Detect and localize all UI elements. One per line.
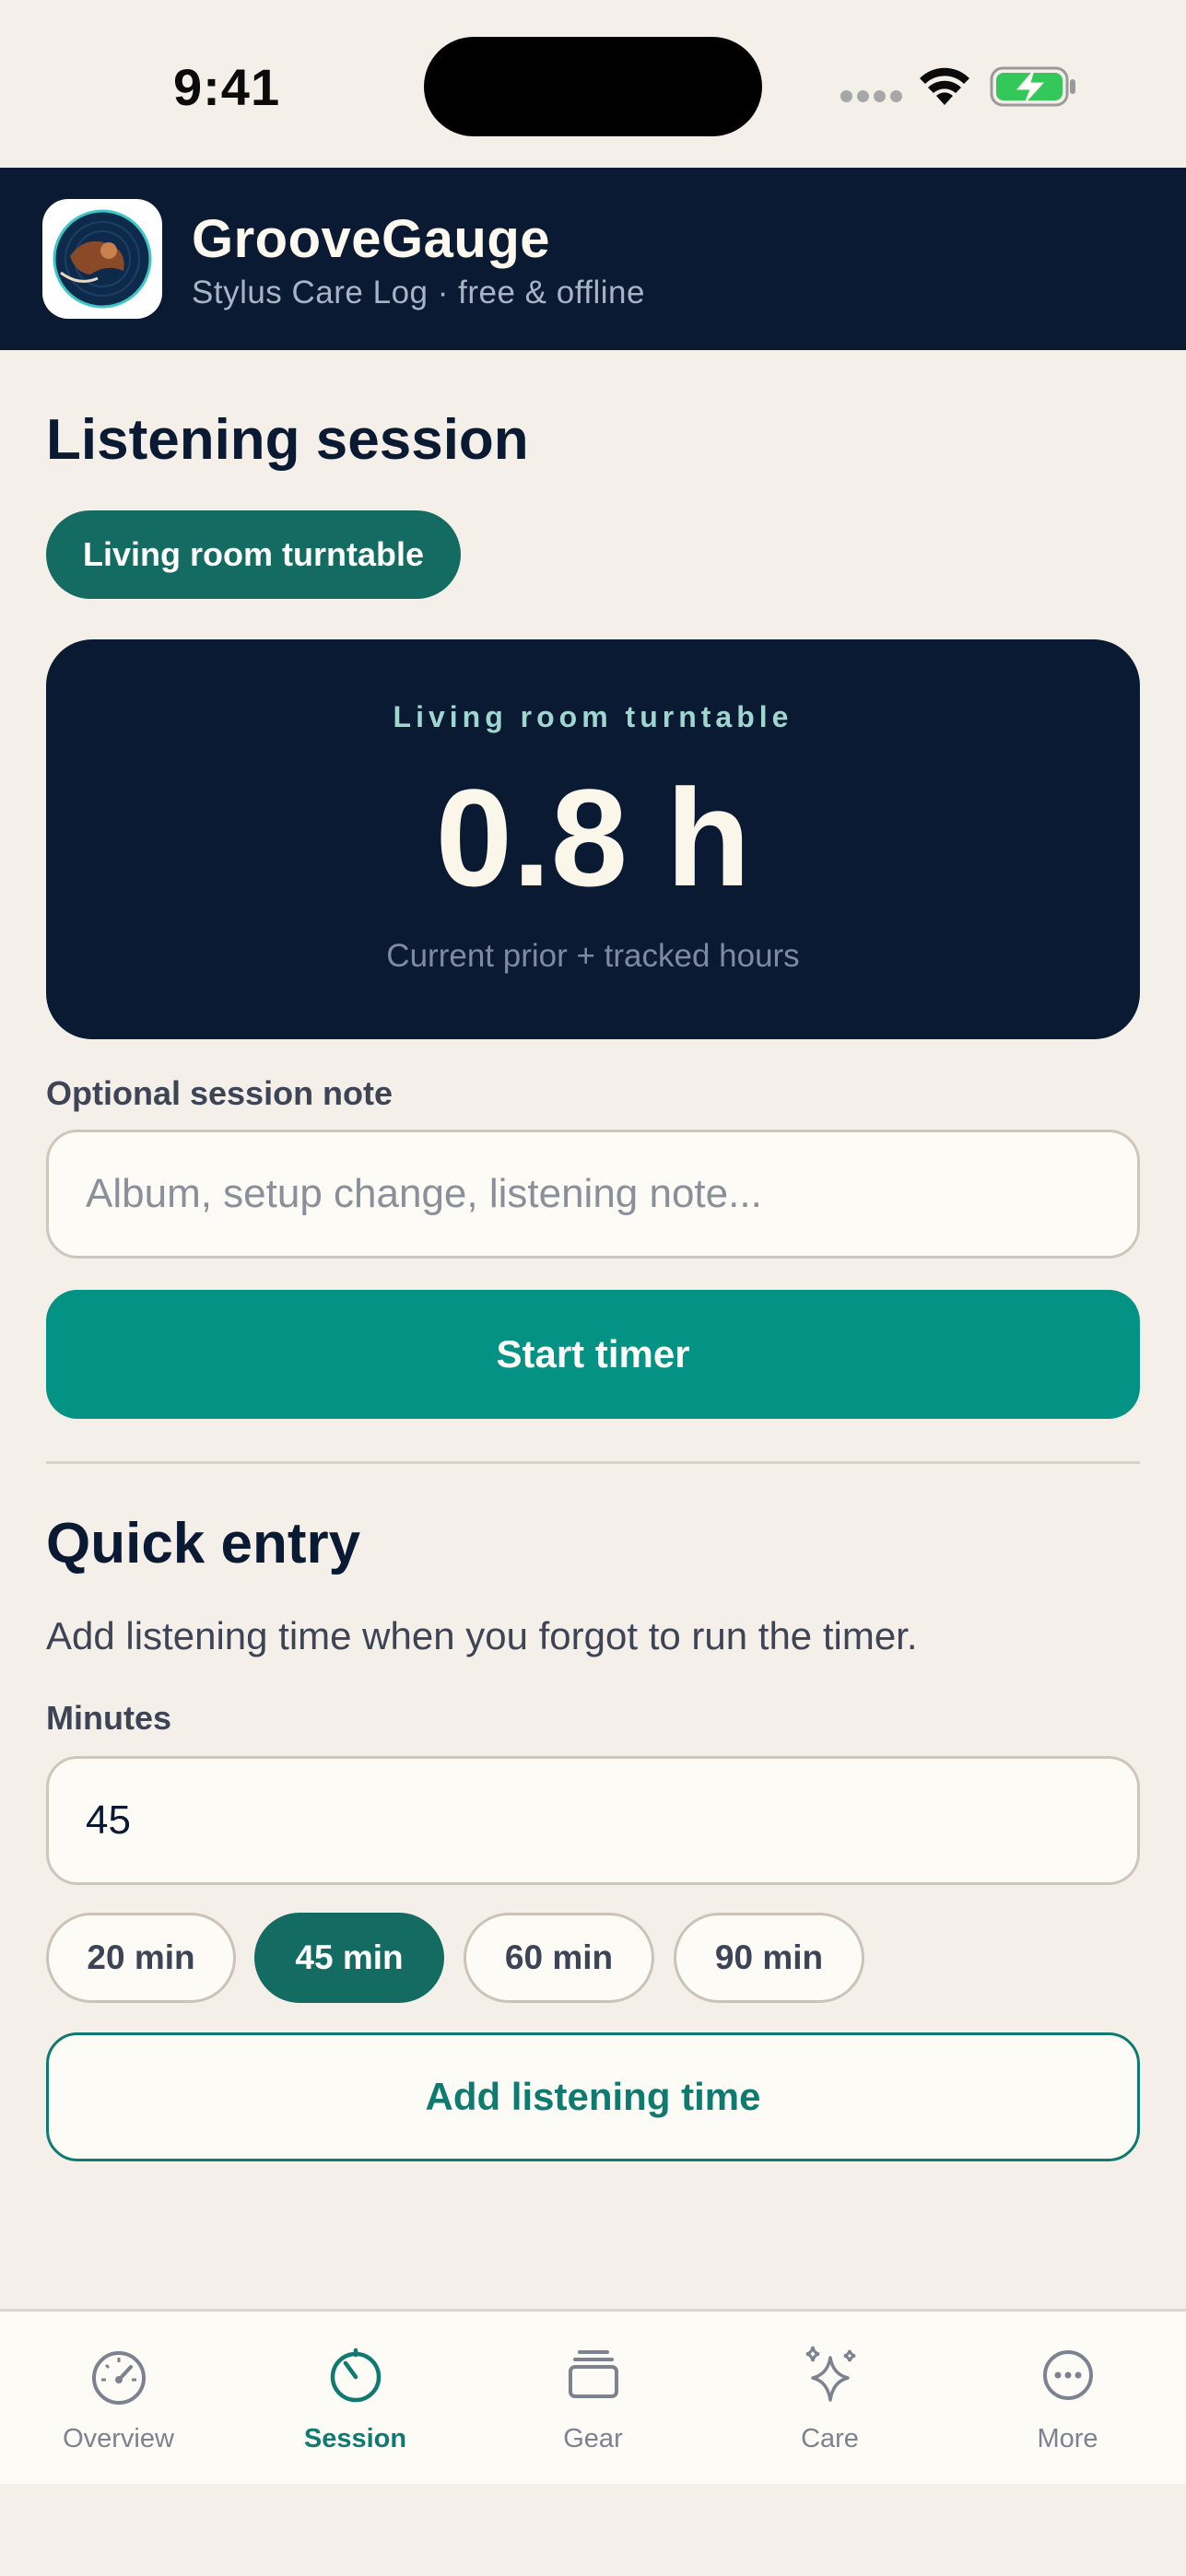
app-header: GrooveGauge Stylus Care Log · free & off… bbox=[0, 168, 1186, 350]
status-bar: 9:41 bbox=[0, 0, 1186, 168]
minutes-input[interactable] bbox=[46, 1756, 1140, 1885]
gauge-icon bbox=[92, 2351, 146, 2405]
signal-dots-icon bbox=[840, 90, 902, 103]
divider bbox=[46, 1461, 1140, 1464]
status-time: 9:41 bbox=[173, 58, 281, 116]
tab-more-label: More bbox=[1037, 2424, 1098, 2453]
battery-charging-icon bbox=[990, 66, 1075, 107]
tab-care-label: Care bbox=[801, 2424, 859, 2453]
wifi-icon bbox=[920, 67, 969, 105]
preset-45-min-chip[interactable]: 45 min bbox=[254, 1913, 444, 2003]
hours-card-label: Living room turntable bbox=[393, 700, 793, 733]
home-indicator-area bbox=[0, 2484, 1186, 2576]
quick-entry-description: Add listening time when you forgot to ru… bbox=[46, 1614, 918, 1657]
tab-bar: Overview Session Gear Care More bbox=[0, 2309, 1186, 2484]
minutes-label: Minutes bbox=[46, 1699, 172, 1737]
session-note-input[interactable] bbox=[46, 1130, 1140, 1259]
session-note-label: Optional session note bbox=[46, 1074, 393, 1112]
start-timer-button[interactable]: Start timer bbox=[46, 1290, 1140, 1419]
tab-overview[interactable]: Overview bbox=[0, 2312, 237, 2487]
hours-card-value: 0.8 h bbox=[435, 760, 751, 915]
sparkles-icon bbox=[805, 2346, 856, 2402]
listening-session-title: Listening session bbox=[46, 408, 529, 472]
preset-90-min-chip[interactable]: 90 min bbox=[674, 1913, 864, 2003]
tab-overview-label: Overview bbox=[63, 2424, 174, 2453]
ellipsis-circle-icon bbox=[1043, 2350, 1093, 2400]
hours-card: Living room turntable 0.8 h Current prio… bbox=[46, 639, 1140, 1039]
stack-icon bbox=[569, 2350, 618, 2398]
tab-session[interactable]: Session bbox=[237, 2312, 474, 2487]
hours-card-caption: Current prior + tracked hours bbox=[386, 938, 800, 974]
turntable-selector-chip[interactable]: Living room turntable bbox=[46, 510, 462, 599]
app-logo bbox=[42, 199, 162, 319]
tab-gear-label: Gear bbox=[563, 2424, 623, 2453]
tab-session-label: Session bbox=[303, 2424, 407, 2453]
dynamic-island bbox=[424, 37, 762, 136]
timer-icon bbox=[330, 2348, 382, 2403]
add-listening-time-button[interactable]: Add listening time bbox=[46, 2032, 1140, 2161]
preset-20-min-chip[interactable]: 20 min bbox=[46, 1913, 236, 2003]
preset-60-min-chip[interactable]: 60 min bbox=[464, 1913, 654, 2003]
app-subtitle: Stylus Care Log · free & offline bbox=[192, 275, 645, 310]
tab-gear[interactable]: Gear bbox=[475, 2312, 711, 2487]
tab-care[interactable]: Care bbox=[711, 2312, 948, 2487]
tab-more[interactable]: More bbox=[949, 2312, 1186, 2487]
app-title: GrooveGauge bbox=[192, 209, 551, 269]
quick-entry-title: Quick entry bbox=[46, 1512, 361, 1575]
